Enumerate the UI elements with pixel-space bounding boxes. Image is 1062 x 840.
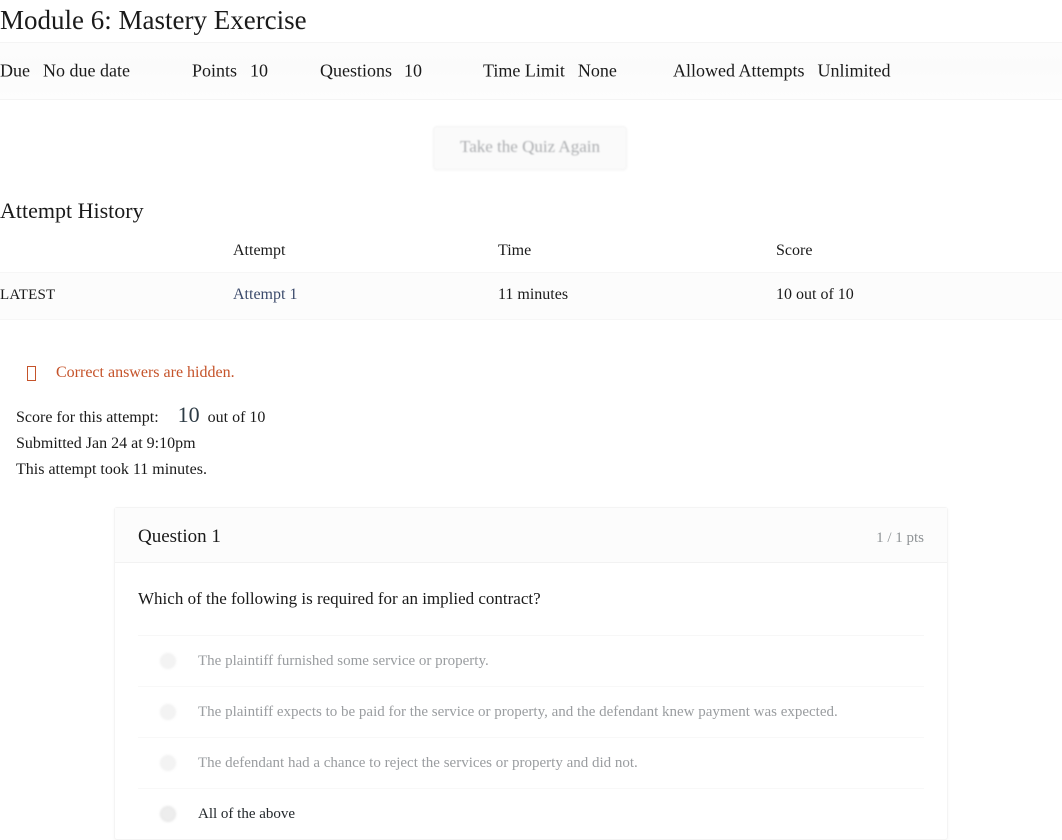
score-label: Score for this attempt: <box>16 409 159 426</box>
column-header-score: Score <box>776 242 813 259</box>
score-value: 10 <box>177 402 200 427</box>
cell-time: 11 minutes <box>498 272 776 320</box>
attempt-history-table: Attempt Time Score LATEST Attempt 1 11 m… <box>0 242 1062 320</box>
duration-line: This attempt took 11 minutes. <box>16 461 207 478</box>
correct-answers-hidden-notice: Correct answers are hidden. <box>0 364 1062 382</box>
question-card: Question 1 1 / 1 pts Which of the follow… <box>114 507 948 840</box>
cell-score: 10 out of 10 <box>776 272 1062 320</box>
submitted-line: Submitted Jan 24 at 9:10pm <box>16 435 196 452</box>
attempt-1-link[interactable]: Attempt 1 <box>233 286 297 303</box>
answer-option-selected[interactable]: All of the above <box>138 789 924 839</box>
answer-option-label: The plaintiff expects to be paid for the… <box>198 704 838 720</box>
meta-due-value: No due date <box>43 60 130 81</box>
radio-button-icon[interactable] <box>160 755 176 771</box>
answer-option[interactable]: The plaintiff furnished some service or … <box>138 636 924 687</box>
question-name: Question 1 <box>138 526 221 547</box>
retake-button-container: Take the Quiz Again <box>0 100 1062 196</box>
radio-button-icon[interactable] <box>160 653 176 669</box>
meta-time-limit-value: None <box>577 60 617 81</box>
answer-option[interactable]: The plaintiff expects to be paid for the… <box>138 687 924 738</box>
quiz-meta-row: Due No due date Points 10 Questions 10 T… <box>0 61 1062 82</box>
meta-allowed-attempts-value: Unlimited <box>817 60 891 81</box>
radio-button-icon[interactable] <box>160 806 176 822</box>
table-header-row: Attempt Time Score <box>0 242 1062 273</box>
quiz-meta-band: Due No due date Points 10 Questions 10 T… <box>0 42 1062 100</box>
question-header: Question 1 1 / 1 pts <box>115 508 947 563</box>
attempt-summary: Score for this attempt: 10 out of 10 Sub… <box>0 402 1062 483</box>
question-body: Which of the following is required for a… <box>115 563 947 839</box>
page-title: Module 6: Mastery Exercise <box>0 5 307 35</box>
column-header-time: Time <box>498 242 532 259</box>
table-row: LATEST Attempt 1 11 minutes 10 out of 10 <box>0 272 1062 320</box>
answer-option[interactable]: The defendant had a chance to reject the… <box>138 738 924 789</box>
meta-allowed-attempts-label: Allowed Attempts <box>673 60 805 81</box>
column-header-latest <box>0 242 233 273</box>
meta-points-value: 10 <box>250 60 269 81</box>
take-quiz-again-button[interactable]: Take the Quiz Again <box>433 126 627 170</box>
meta-questions-label: Questions <box>320 60 392 81</box>
answer-option-label: The defendant had a chance to reject the… <box>198 755 638 771</box>
meta-questions: Questions 10 <box>320 61 483 82</box>
column-header-attempt: Attempt <box>233 242 286 259</box>
correct-answers-hidden-text: Correct answers are hidden. <box>56 364 235 381</box>
meta-due: Due No due date <box>0 61 192 82</box>
cell-latest-flag: LATEST <box>0 272 233 320</box>
cell-attempt: Attempt 1 <box>233 272 498 320</box>
meta-due-label: Due <box>0 60 30 81</box>
meta-time-limit: Time Limit None <box>483 61 673 82</box>
score-for-attempt-line: Score for this attempt: 10 out of 10 <box>16 402 1062 431</box>
meta-questions-value: 10 <box>404 60 422 81</box>
attempt-history-heading: Attempt History <box>0 198 144 223</box>
answer-list: The plaintiff furnished some service or … <box>138 635 924 839</box>
meta-allowed-attempts: Allowed Attempts Unlimited <box>673 61 891 82</box>
question-text: Which of the following is required for a… <box>138 589 541 608</box>
meta-time-limit-label: Time Limit <box>483 60 565 81</box>
radio-button-icon[interactable] <box>160 704 176 720</box>
latest-badge: LATEST <box>0 287 56 303</box>
meta-points: Points 10 <box>192 61 320 82</box>
meta-points-label: Points <box>192 60 238 81</box>
answer-option-label: The plaintiff furnished some service or … <box>198 653 489 669</box>
question-points: 1 / 1 pts <box>876 530 924 546</box>
hidden-eye-icon <box>27 365 36 381</box>
score-out-of: out of 10 <box>207 409 266 426</box>
